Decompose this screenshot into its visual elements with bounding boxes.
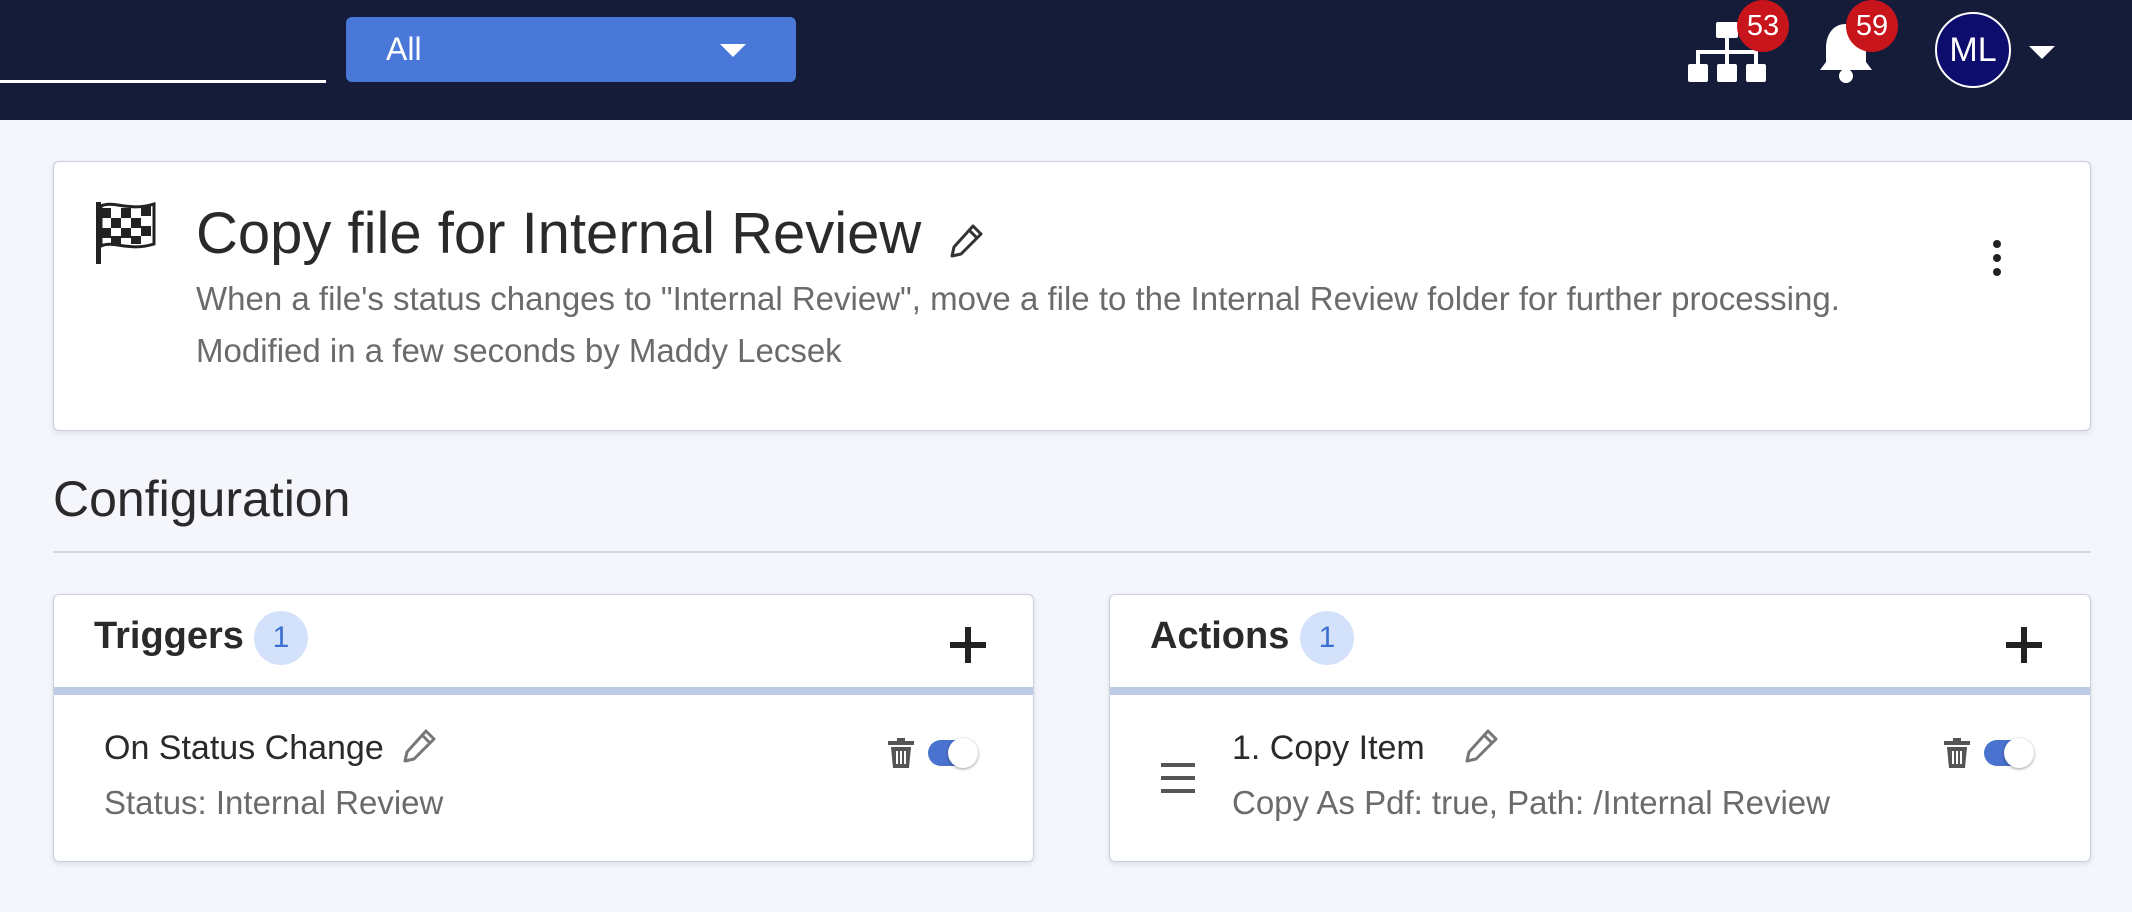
trigger-enabled-toggle[interactable] xyxy=(928,738,978,768)
add-action-plus-icon[interactable] xyxy=(2006,627,2042,663)
configuration-heading: Configuration xyxy=(53,471,351,527)
workflow-modified-info: Modified in a few seconds by Maddy Lecse… xyxy=(196,332,842,369)
triggers-count-badge: 1 xyxy=(254,611,308,665)
chevron-down-icon[interactable] xyxy=(2029,46,2055,59)
triggers-panel: Triggers 1 On Status Change Status: Inte… xyxy=(53,594,1034,862)
triggers-title: Triggers xyxy=(94,615,244,657)
pencil-icon[interactable] xyxy=(949,222,985,258)
search-input-underline[interactable] xyxy=(0,80,326,83)
workflow-title: Copy file for Internal Review xyxy=(196,201,922,266)
trash-icon[interactable] xyxy=(888,738,914,768)
actions-count-badge: 1 xyxy=(1300,611,1354,665)
pencil-icon[interactable] xyxy=(402,727,438,763)
actions-panel: Actions 1 1. Copy Item Copy As Pdf: true… xyxy=(1109,594,2091,862)
drag-handle-icon[interactable] xyxy=(1161,763,1195,793)
action-enabled-toggle[interactable] xyxy=(1984,738,2034,768)
trigger-detail: Status: Internal Review xyxy=(104,784,444,821)
toggle-knob xyxy=(948,738,978,768)
actions-title: Actions xyxy=(1150,615,1290,657)
triggers-panel-header: Triggers 1 xyxy=(54,595,1033,695)
filter-select[interactable]: All xyxy=(346,17,796,82)
org-badge: 53 xyxy=(1737,0,1789,52)
top-navigation-bar: All 53 59 ML xyxy=(0,0,2132,120)
action-name: 1. Copy Item xyxy=(1232,729,1425,767)
flag-icon xyxy=(96,201,156,264)
action-detail: Copy As Pdf: true, Path: /Internal Revie… xyxy=(1232,784,1830,821)
workflow-header-card: Copy file for Internal Review When a fil… xyxy=(53,161,2091,431)
user-avatar[interactable]: ML xyxy=(1935,12,2011,88)
more-options-kebab-icon[interactable] xyxy=(1987,240,2007,284)
trigger-name: On Status Change xyxy=(104,729,384,767)
notifications-badge: 59 xyxy=(1846,0,1898,52)
trash-icon[interactable] xyxy=(1944,738,1970,768)
pencil-icon[interactable] xyxy=(1464,727,1500,763)
chevron-down-icon xyxy=(720,44,746,57)
add-trigger-plus-icon[interactable] xyxy=(950,627,986,663)
toggle-knob xyxy=(2004,738,2034,768)
filter-select-value: All xyxy=(386,31,422,67)
section-divider xyxy=(53,551,2091,553)
actions-panel-header: Actions 1 xyxy=(1110,595,2090,695)
workflow-description: When a file's status changes to "Interna… xyxy=(196,280,1840,317)
